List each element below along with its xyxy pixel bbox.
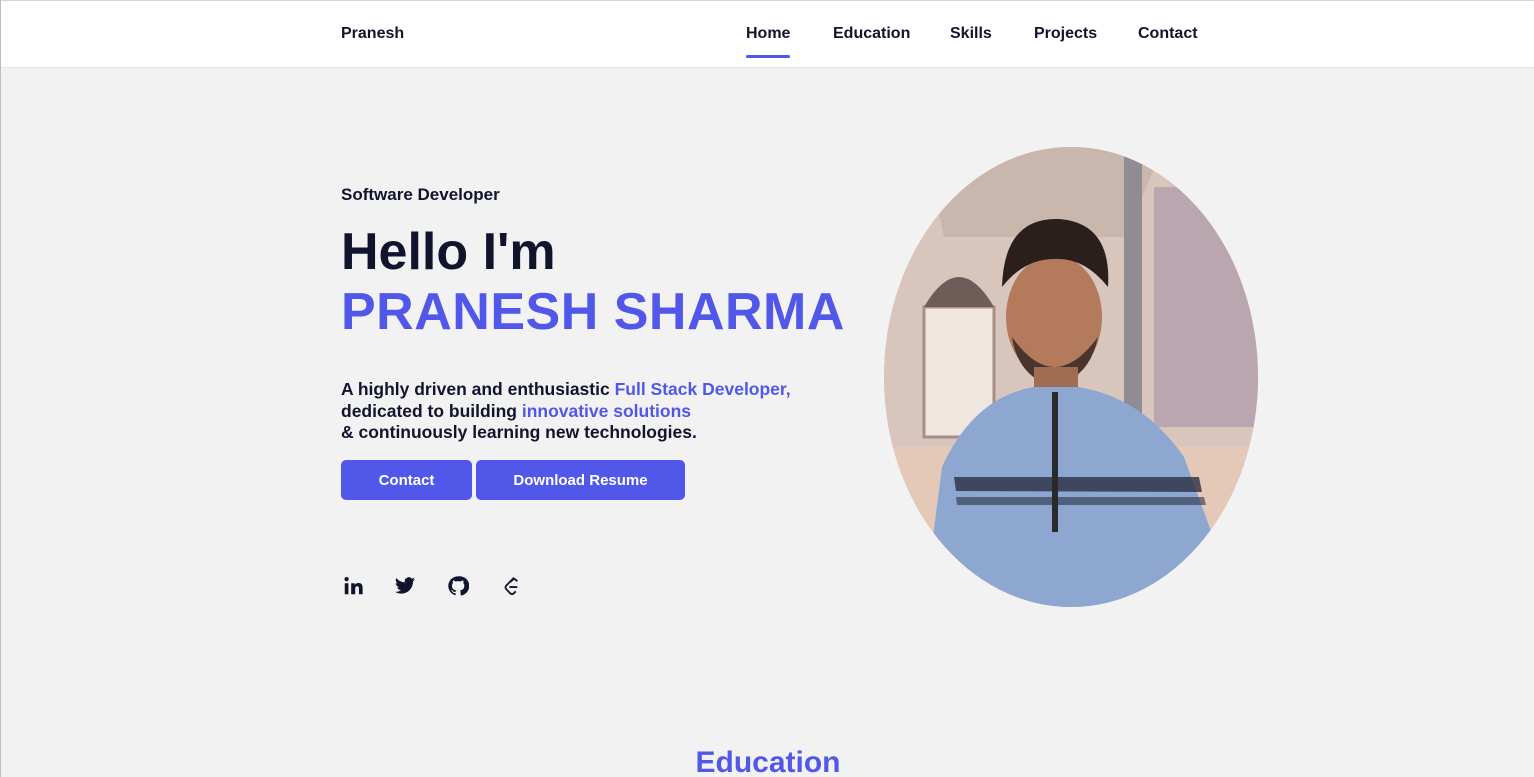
desc-text: dedicated to building <box>341 400 522 421</box>
desc-line-1: A highly driven and enthusiastic Full St… <box>341 379 791 401</box>
navbar: Pranesh Home Education Skills Projects C… <box>1 0 1534 68</box>
nav-link-contact[interactable]: Contact <box>1138 25 1198 43</box>
download-resume-button[interactable]: Download Resume <box>476 460 685 500</box>
profile-photo <box>884 147 1258 607</box>
desc-line-3: & continuously learning new technologies… <box>341 422 697 442</box>
nav-link-education[interactable]: Education <box>833 25 910 43</box>
hero-description: A highly driven and enthusiastic Full St… <box>341 379 791 444</box>
nav-link-projects[interactable]: Projects <box>1034 25 1097 43</box>
desc-highlight: innovative solutions <box>521 400 692 421</box>
hero-subtitle: Software Developer <box>341 185 500 204</box>
nav-link-skills[interactable]: Skills <box>950 25 992 43</box>
desc-highlight: Full Stack Developer, <box>614 379 791 399</box>
desc-line-2: dedicated to building innovative solutio… <box>341 401 791 423</box>
linkedin-icon[interactable] <box>341 574 365 598</box>
hero-greeting: Hello I'm <box>341 223 556 281</box>
github-icon[interactable] <box>446 574 470 598</box>
profile-photo-illustration <box>884 147 1258 607</box>
hero-name: PRANESH SHARMA <box>341 283 845 341</box>
education-section-title: Education <box>695 746 841 777</box>
leetcode-icon[interactable] <box>499 574 523 598</box>
twitter-icon[interactable] <box>393 574 417 598</box>
brand-logo[interactable]: Pranesh <box>341 25 404 43</box>
nav-link-home[interactable]: Home <box>746 25 791 58</box>
contact-button[interactable]: Contact <box>341 460 472 500</box>
desc-text: A highly driven and enthusiastic <box>341 379 615 399</box>
